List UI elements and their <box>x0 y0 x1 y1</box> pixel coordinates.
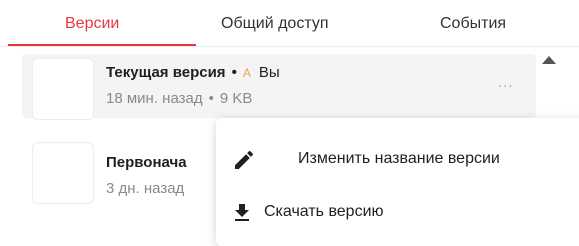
meta-separator: • <box>208 90 214 107</box>
title-separator: • <box>231 64 237 81</box>
version-context-menu: Изменить название версии Скачать версию <box>216 118 579 246</box>
version-title: Текущая версия • A Вы <box>106 64 280 81</box>
tab-sharing[interactable]: Общий доступ <box>221 14 329 34</box>
scroll-up-arrow-icon[interactable] <box>542 56 556 64</box>
version-meta: 18 мин. назад • 9 KB <box>106 90 252 107</box>
tab-bar: Версии Общий доступ События <box>0 0 579 47</box>
more-options-button[interactable]: ... <box>498 74 514 91</box>
version-row-current[interactable]: Текущая версия • A Вы 18 мин. назад • 9 KB ..… <box>22 54 536 120</box>
tab-events[interactable]: События <box>440 14 506 34</box>
author-name: Вы <box>258 64 280 81</box>
download-icon <box>235 204 249 221</box>
version-title-text: Текущая версия <box>106 64 226 81</box>
tab-versions[interactable]: Версии <box>65 14 119 34</box>
version-time: 18 мин. назад <box>106 90 203 107</box>
active-tab-indicator <box>8 44 196 46</box>
rename-version-label: Изменить название версии <box>298 150 500 167</box>
rename-version-menu-item[interactable]: Изменить название версии <box>216 136 579 182</box>
download-version-label: Скачать версию <box>264 203 384 220</box>
download-version-menu-item[interactable]: Скачать версию <box>216 190 579 236</box>
version-time: 3 дн. назад <box>106 180 185 197</box>
version-size: 9 KB <box>219 90 253 107</box>
author-initial: A <box>242 66 251 80</box>
version-history-panel: Версии Общий доступ События Текущая верс… <box>0 0 579 246</box>
pencil-icon <box>235 150 254 169</box>
version-thumbnail <box>32 58 94 120</box>
version-title-text: Первонача <box>106 154 187 171</box>
version-thumbnail <box>32 142 94 204</box>
